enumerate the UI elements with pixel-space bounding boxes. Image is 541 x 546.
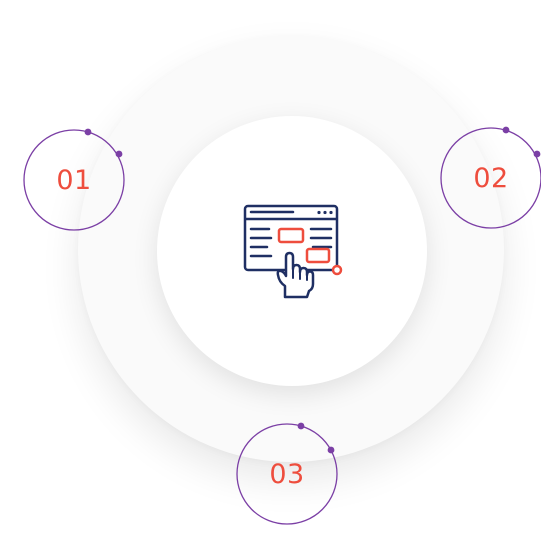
step-03-number: 03 <box>269 458 305 490</box>
browser-click-icon <box>243 204 343 299</box>
step-02-number: 02 <box>473 162 509 194</box>
step-01-number: 01 <box>56 164 92 196</box>
step-03: 03 <box>236 422 359 546</box>
step-02: 02 <box>440 126 541 250</box>
step-01: 01 <box>23 128 146 252</box>
